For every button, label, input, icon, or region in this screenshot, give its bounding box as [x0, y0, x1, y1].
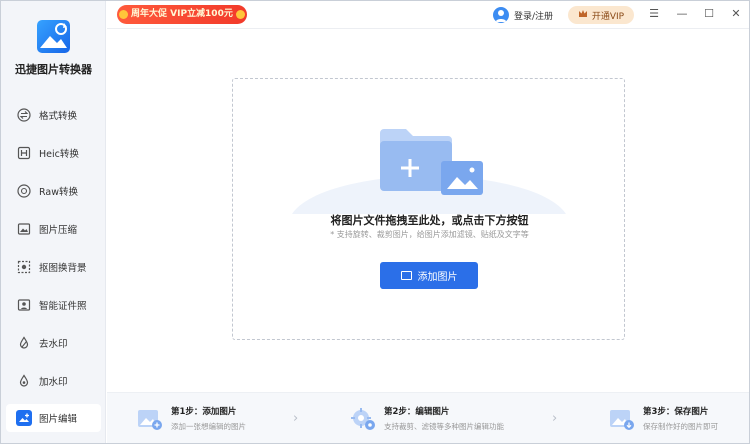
- sidebar-item-raw[interactable]: Raw转换: [1, 172, 106, 210]
- heic-icon: [16, 145, 32, 161]
- chevron-right-icon: ›: [293, 411, 299, 426]
- sidebar-item-label: 抠图换背景: [39, 263, 87, 274]
- sidebar-item-label: 图片压缩: [39, 225, 78, 236]
- save-image-step-icon: [609, 407, 635, 431]
- sidebar-item-label: Heic转换: [39, 149, 79, 160]
- add-watermark-icon: [16, 373, 32, 389]
- sidebar-item-label: 图片编辑: [39, 414, 78, 425]
- chevron-right-icon: ›: [552, 411, 558, 426]
- vip-label: 开通VIP: [591, 11, 625, 22]
- close-button[interactable]: ✕: [729, 7, 743, 21]
- step-desc: 支持裁剪、滤镜等多种图片编辑功能: [384, 422, 504, 431]
- compress-icon: [16, 221, 32, 237]
- minimize-button[interactable]: —: [675, 7, 689, 21]
- app-window: 迅捷图片转换器 格式转换 Heic转换 Raw转换 图片压缩 抠图换背景 智能证…: [0, 0, 750, 444]
- sidebar-item-format-convert[interactable]: 格式转换: [1, 96, 106, 134]
- sidebar-item-label: Raw转换: [39, 187, 78, 198]
- step-title: 第2步：编辑图片: [384, 407, 450, 417]
- raw-icon: [16, 183, 32, 199]
- step-desc: 添加一张想编辑的图片: [171, 422, 246, 431]
- login-button[interactable]: 登录/注册: [493, 6, 553, 24]
- promo-star-icon: [119, 10, 128, 19]
- drop-zone[interactable]: 将图片文件拖拽至此处，或点击下方按钮 * 支持旋转、裁剪图片，给图片添加滤镜、贴…: [232, 78, 625, 340]
- sidebar-item-compress[interactable]: 图片压缩: [1, 210, 106, 248]
- remove-watermark-icon: [16, 335, 32, 351]
- add-image-step-icon: [137, 407, 163, 431]
- edit-image-step-icon: [350, 407, 376, 431]
- step-desc: 保存制作好的图片即可: [643, 422, 718, 431]
- promo-text: 周年大促 VIP立减100元: [131, 9, 233, 19]
- crown-icon: [578, 9, 588, 21]
- sidebar-item-cutout[interactable]: 抠图换背景: [1, 248, 106, 286]
- app-name: 迅捷图片转换器: [15, 63, 92, 76]
- image-edit-icon: [16, 410, 32, 426]
- step-title: 第3步：保存图片: [643, 407, 709, 417]
- step-title: 第1步：添加图片: [171, 407, 237, 417]
- sidebar-item-label: 智能证件照: [39, 301, 87, 312]
- step-2: 第2步：编辑图片 支持裁剪、滤镜等多种图片编辑功能: [350, 393, 504, 444]
- vip-button[interactable]: 开通VIP: [568, 6, 634, 24]
- cutout-icon: [16, 259, 32, 275]
- add-image-button[interactable]: 添加图片: [380, 262, 478, 289]
- title-bar: 周年大促 VIP立减100元 登录/注册 开通VIP ☰ — ☐ ✕: [107, 1, 749, 29]
- promo-star-icon: [235, 10, 245, 19]
- sidebar-item-image-edit[interactable]: 图片编辑: [6, 404, 101, 432]
- avatar-icon: [493, 7, 509, 23]
- sidebar-item-label: 格式转换: [39, 111, 78, 122]
- add-image-label: 添加图片: [417, 272, 458, 283]
- drop-zone-title: 将图片文件拖拽至此处，或点击下方按钮: [330, 214, 529, 227]
- convert-icon: [16, 107, 32, 123]
- menu-button[interactable]: ☰: [647, 7, 661, 21]
- id-photo-icon: [16, 297, 32, 313]
- folder-image-icon: [292, 129, 566, 214]
- sidebar-item-label: 去水印: [39, 339, 68, 350]
- maximize-button[interactable]: ☐: [702, 7, 716, 21]
- sidebar-item-remove-watermark[interactable]: 去水印: [1, 324, 106, 362]
- sidebar-nav: 格式转换 Heic转换 Raw转换 图片压缩 抠图换背景 智能证件照 去水印 加…: [1, 96, 106, 432]
- step-3: 第3步：保存图片 保存制作好的图片即可: [609, 393, 718, 444]
- step-1: 第1步：添加图片 添加一张想编辑的图片: [137, 393, 246, 444]
- promo-banner[interactable]: 周年大促 VIP立减100元: [117, 5, 247, 24]
- drop-zone-subtitle: * 支持旋转、裁剪图片，给图片添加滤镜、贴纸及文字等: [330, 230, 529, 239]
- sidebar: 迅捷图片转换器 格式转换 Heic转换 Raw转换 图片压缩 抠图换背景 智能证…: [1, 1, 106, 443]
- sidebar-item-id-photo[interactable]: 智能证件照: [1, 286, 106, 324]
- sidebar-item-heic[interactable]: Heic转换: [1, 134, 106, 172]
- app-logo-icon: [37, 20, 70, 53]
- sidebar-item-label: 加水印: [39, 377, 68, 388]
- login-label: 登录/注册: [514, 11, 554, 22]
- sidebar-item-add-watermark[interactable]: 加水印: [1, 362, 106, 400]
- steps-bar: 第1步：添加图片 添加一张想编辑的图片 › 第2步：编辑图片 支持裁剪、滤镜等多…: [107, 392, 749, 443]
- image-icon: [400, 271, 412, 280]
